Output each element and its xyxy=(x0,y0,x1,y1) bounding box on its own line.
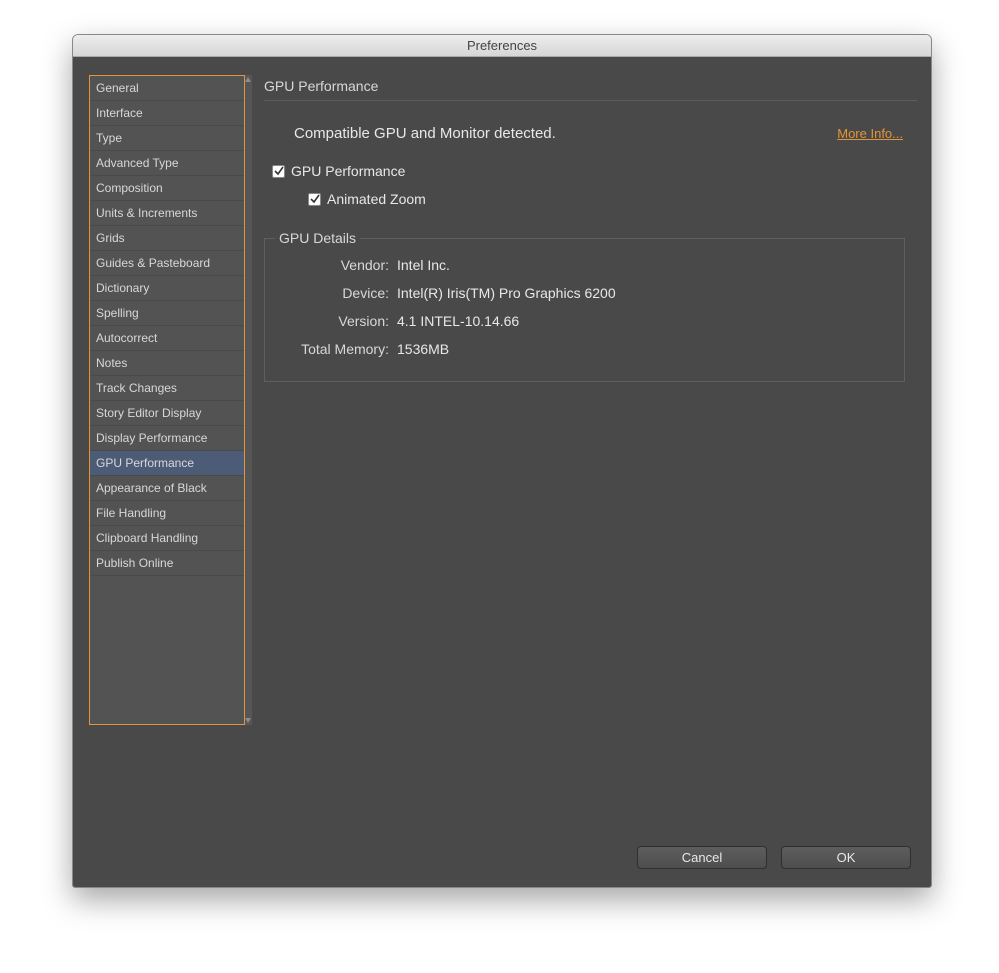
sidebar-item-track-changes[interactable]: Track Changes xyxy=(90,376,244,401)
sidebar-item-gpu-performance[interactable]: GPU Performance xyxy=(90,451,244,476)
more-info-link[interactable]: More Info... xyxy=(837,126,903,141)
sidebar-item-dictionary[interactable]: Dictionary xyxy=(90,276,244,301)
ok-button[interactable]: OK xyxy=(781,846,911,869)
gpu-performance-label: GPU Performance xyxy=(291,163,405,179)
version-label: Version: xyxy=(279,313,389,329)
window-titlebar: Preferences xyxy=(73,35,931,57)
animated-zoom-label: Animated Zoom xyxy=(327,191,426,207)
version-value: 4.1 INTEL-10.14.66 xyxy=(389,313,519,329)
sidebar-wrap: GeneralInterfaceTypeAdvanced TypeComposi… xyxy=(89,75,252,826)
content-area: GeneralInterfaceTypeAdvanced TypeComposi… xyxy=(73,57,931,836)
gpu-details-fieldset: GPU Details Vendor: Intel Inc. Device: I… xyxy=(264,238,905,382)
sidebar-item-grids[interactable]: Grids xyxy=(90,226,244,251)
sidebar-item-interface[interactable]: Interface xyxy=(90,101,244,126)
sidebar-item-notes[interactable]: Notes xyxy=(90,351,244,376)
sidebar-scrollbar[interactable] xyxy=(245,75,252,725)
animated-zoom-checkbox-row[interactable]: Animated Zoom xyxy=(264,188,917,210)
cancel-button[interactable]: Cancel xyxy=(637,846,767,869)
sidebar-item-spelling[interactable]: Spelling xyxy=(90,301,244,326)
sidebar-item-guides-pasteboard[interactable]: Guides & Pasteboard xyxy=(90,251,244,276)
vendor-value: Intel Inc. xyxy=(389,257,450,273)
device-value: Intel(R) Iris(TM) Pro Graphics 6200 xyxy=(389,285,616,301)
memory-value: 1536MB xyxy=(389,341,449,357)
sidebar-item-units-increments[interactable]: Units & Increments xyxy=(90,201,244,226)
gpu-status-text: Compatible GPU and Monitor detected. xyxy=(294,125,837,142)
gpu-details-legend: GPU Details xyxy=(275,230,360,246)
vendor-label: Vendor: xyxy=(279,257,389,273)
sidebar-item-story-editor-display[interactable]: Story Editor Display xyxy=(90,401,244,426)
dialog-footer: Cancel OK xyxy=(73,836,931,887)
sidebar-item-appearance-of-black[interactable]: Appearance of Black xyxy=(90,476,244,501)
sidebar-item-composition[interactable]: Composition xyxy=(90,176,244,201)
sidebar-item-autocorrect[interactable]: Autocorrect xyxy=(90,326,244,351)
device-row: Device: Intel(R) Iris(TM) Pro Graphics 6… xyxy=(279,279,890,307)
checkbox-checked-icon[interactable] xyxy=(308,193,321,206)
category-sidebar[interactable]: GeneralInterfaceTypeAdvanced TypeComposi… xyxy=(89,75,245,725)
status-row: Compatible GPU and Monitor detected. Mor… xyxy=(264,101,917,160)
version-row: Version: 4.1 INTEL-10.14.66 xyxy=(279,307,890,335)
gpu-performance-checkbox-row[interactable]: GPU Performance xyxy=(264,160,917,182)
memory-label: Total Memory: xyxy=(279,341,389,357)
scroll-up-icon[interactable] xyxy=(245,77,251,82)
main-panel: GPU Performance Compatible GPU and Monit… xyxy=(264,75,917,826)
window-body: GeneralInterfaceTypeAdvanced TypeComposi… xyxy=(73,57,931,887)
window-title: Preferences xyxy=(467,38,537,53)
vendor-row: Vendor: Intel Inc. xyxy=(279,251,890,279)
scroll-down-icon[interactable] xyxy=(245,718,251,723)
sidebar-item-type[interactable]: Type xyxy=(90,126,244,151)
preferences-window: Preferences GeneralInterfaceTypeAdvanced… xyxy=(72,34,932,888)
sidebar-item-display-performance[interactable]: Display Performance xyxy=(90,426,244,451)
sidebar-item-file-handling[interactable]: File Handling xyxy=(90,501,244,526)
checkbox-checked-icon[interactable] xyxy=(272,165,285,178)
panel-title: GPU Performance xyxy=(264,75,917,101)
sidebar-item-general[interactable]: General xyxy=(90,76,244,101)
sidebar-item-advanced-type[interactable]: Advanced Type xyxy=(90,151,244,176)
memory-row: Total Memory: 1536MB xyxy=(279,335,890,363)
sidebar-item-publish-online[interactable]: Publish Online xyxy=(90,551,244,576)
device-label: Device: xyxy=(279,285,389,301)
sidebar-item-clipboard-handling[interactable]: Clipboard Handling xyxy=(90,526,244,551)
